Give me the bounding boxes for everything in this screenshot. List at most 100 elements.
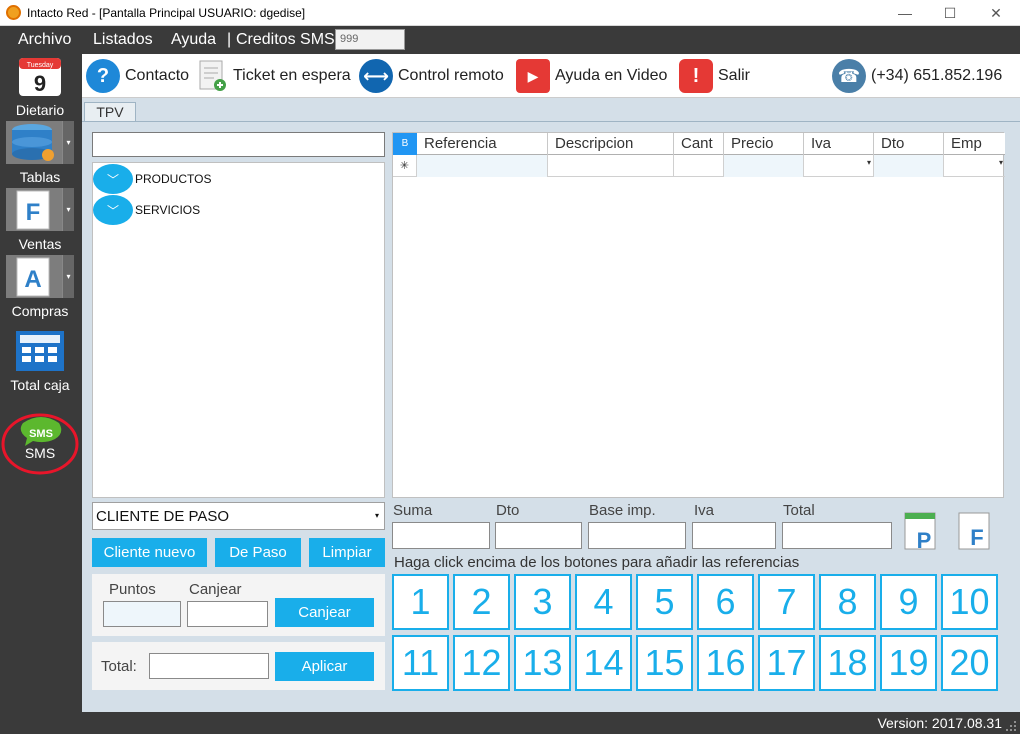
quick-button-6[interactable]: 6 (697, 574, 754, 630)
tree-label-servicios[interactable]: SERVICIOS (135, 203, 200, 217)
phone-icon: ☎ (832, 59, 866, 93)
cash-register-icon (16, 331, 64, 371)
quick-button-9[interactable]: 9 (880, 574, 937, 630)
invoice-f-document-icon[interactable]: F (957, 512, 993, 552)
column-header-emp[interactable]: Emp (944, 133, 1005, 155)
sidebar-item-total-caja[interactable] (16, 331, 64, 371)
chevron-down-icon[interactable]: ▾ (375, 511, 379, 520)
client-select[interactable]: CLIENTE DE PASO ▾ (92, 502, 385, 530)
sidebar-item-dietario[interactable]: Tuesday 9 (19, 58, 61, 96)
iva-field (692, 522, 776, 549)
dto-label: Dto (496, 502, 520, 519)
tree-label-productos[interactable]: PRODUCTOS (135, 172, 211, 186)
quick-button-13[interactable]: 13 (514, 635, 571, 691)
sidebar-item-compras[interactable]: A (6, 255, 62, 298)
quick-button-2[interactable]: 2 (453, 574, 510, 630)
minimize-button[interactable]: — (890, 3, 920, 23)
column-header-dto[interactable]: Dto (874, 133, 944, 155)
contacto-button[interactable]: ? Contacto (86, 59, 189, 93)
chevron-down-icon[interactable]: ﹀ (93, 195, 133, 225)
de-paso-button[interactable]: De Paso (215, 538, 301, 567)
sidebar-label-tablas[interactable]: Tablas (0, 169, 80, 185)
quick-button-16[interactable]: 16 (697, 635, 754, 691)
resize-grip-icon[interactable] (1005, 720, 1017, 732)
salir-label: Salir (718, 67, 751, 84)
quick-button-3[interactable]: 3 (514, 574, 571, 630)
column-header-descripcion[interactable]: Descripcion (548, 133, 674, 155)
main-panel: TPV ﹀ PRODUCTOS ﹀ SERVICIOS B Referencia… (82, 98, 1020, 712)
limpiar-button[interactable]: Limpiar (309, 538, 385, 567)
quick-button-20[interactable]: 20 (941, 635, 998, 691)
sidebar-item-ventas[interactable]: F (6, 188, 62, 231)
column-header-precio[interactable]: Precio (724, 133, 804, 155)
print-p-document-icon[interactable]: P (904, 512, 940, 552)
tab-tpv[interactable]: TPV (84, 102, 136, 122)
ticket-en-espera-button[interactable]: Ticket en espera (198, 60, 351, 92)
menu-archivo[interactable]: Archivo (18, 31, 71, 49)
sidebar-item-sms[interactable]: SMS (1, 413, 79, 475)
quick-button-14[interactable]: 14 (575, 635, 632, 691)
cell-iva[interactable]: ▾ (804, 155, 874, 177)
sidebar-item-tablas[interactable] (6, 121, 62, 164)
cell-descripcion[interactable] (548, 155, 674, 177)
close-button[interactable]: ✕ (981, 3, 1011, 23)
menu-creditos-sms[interactable]: Creditos SMS (236, 31, 335, 49)
sidebar-label-sms[interactable]: SMS (0, 445, 80, 461)
chevron-down-icon[interactable]: ▾ (999, 158, 1003, 167)
control-remoto-button[interactable]: ⟷ Control remoto (359, 59, 504, 93)
calendar-month: Tuesday (27, 62, 54, 69)
menu-ayuda[interactable]: Ayuda (171, 31, 216, 49)
tree-node-servicios[interactable]: ﹀ SERVICIOS (93, 195, 200, 225)
column-header-referencia[interactable]: Referencia (417, 133, 548, 155)
compras-dropdown-button[interactable]: ▾ (62, 255, 74, 298)
aplicar-button[interactable]: Aplicar (275, 652, 374, 681)
maximize-button[interactable]: ☐ (935, 3, 965, 23)
quick-button-12[interactable]: 12 (453, 635, 510, 691)
cell-cant[interactable] (674, 155, 724, 177)
canjear-button[interactable]: Canjear (275, 598, 374, 627)
column-header-iva[interactable]: Iva (804, 133, 874, 155)
cliente-nuevo-button[interactable]: Cliente nuevo (92, 538, 207, 567)
puntos-field[interactable] (103, 601, 181, 627)
canjear-field[interactable] (187, 601, 268, 627)
ayuda-en-video-button[interactable]: ▶ Ayuda en Video (516, 59, 667, 93)
sms-icon: SMS (1, 413, 79, 475)
quick-button-7[interactable]: 7 (758, 574, 815, 630)
menu-listados[interactable]: Listados (93, 31, 153, 49)
sidebar-label-dietario[interactable]: Dietario (0, 102, 80, 118)
tree-node-productos[interactable]: ﹀ PRODUCTOS (93, 164, 211, 194)
salir-button[interactable]: ! Salir (679, 59, 751, 93)
sms-credits-field: 999 (335, 29, 405, 50)
column-header-cant[interactable]: Cant (674, 133, 724, 155)
quick-button-19[interactable]: 19 (880, 635, 937, 691)
quick-button-11[interactable]: 11 (392, 635, 449, 691)
sidebar-label-compras[interactable]: Compras (0, 303, 80, 319)
sidebar-label-total-caja[interactable]: Total caja (0, 377, 80, 393)
category-tree: ﹀ PRODUCTOS ﹀ SERVICIOS (92, 162, 385, 498)
quick-button-10[interactable]: 10 (941, 574, 998, 630)
sidebar-label-ventas[interactable]: Ventas (0, 236, 80, 252)
chevron-down-icon[interactable]: ﹀ (93, 164, 133, 194)
grid-corner-button[interactable]: B (393, 133, 417, 155)
ventas-dropdown-button[interactable]: ▾ (62, 188, 74, 231)
quick-button-5[interactable]: 5 (636, 574, 693, 630)
quick-button-8[interactable]: 8 (819, 574, 876, 630)
product-search-input[interactable] (92, 132, 385, 157)
cell-dto[interactable] (874, 155, 944, 177)
quick-button-18[interactable]: 18 (819, 635, 876, 691)
tab-divider (82, 121, 1020, 122)
quick-button-15[interactable]: 15 (636, 635, 693, 691)
quick-button-1[interactable]: 1 (392, 574, 449, 630)
total-panel: Total: Aplicar (92, 642, 385, 690)
suma-field (392, 522, 490, 549)
total-field[interactable] (149, 653, 269, 679)
cell-precio[interactable] (724, 155, 804, 177)
chevron-down-icon[interactable]: ▾ (867, 158, 871, 167)
cell-referencia[interactable] (417, 155, 548, 177)
ventas-icon-letter: F (26, 199, 41, 226)
points-panel: Puntos Canjear Canjear (92, 574, 385, 636)
tablas-dropdown-button[interactable]: ▾ (62, 121, 74, 164)
cell-emp[interactable]: ▾ (944, 155, 1005, 177)
quick-button-4[interactable]: 4 (575, 574, 632, 630)
quick-button-17[interactable]: 17 (758, 635, 815, 691)
